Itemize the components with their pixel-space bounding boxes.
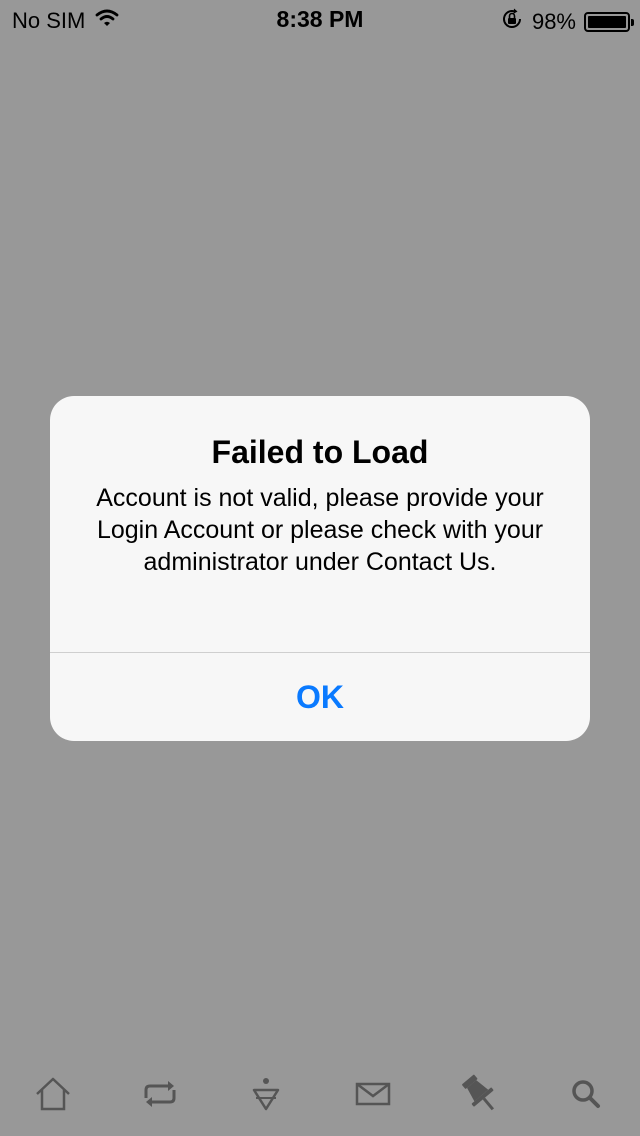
download-icon [246,1074,286,1119]
pin-icon [458,1072,502,1121]
tab-mail[interactable] [341,1064,405,1128]
tab-sync[interactable] [128,1064,192,1128]
tab-search[interactable] [554,1064,618,1128]
ok-button[interactable]: OK [50,653,590,741]
sync-icon [140,1074,180,1119]
status-right: 98% [500,7,634,37]
mail-icon [353,1074,393,1119]
search-icon [568,1076,604,1117]
tab-home[interactable] [21,1064,85,1128]
status-bar: No SIM 8:38 PM 98% [0,0,640,40]
tab-pin[interactable] [448,1064,512,1128]
home-icon [33,1074,73,1119]
tab-download[interactable] [234,1064,298,1128]
rotation-lock-icon [500,7,524,37]
battery-icon [584,12,634,32]
alert-title: Failed to Load [211,434,429,470]
alert-message: Account is not valid, please provide you… [96,484,544,576]
battery-percent: 98% [531,9,576,34]
tab-bar [0,1036,640,1136]
alert-dialog: Failed to Load Account is not valid, ple… [50,396,590,741]
